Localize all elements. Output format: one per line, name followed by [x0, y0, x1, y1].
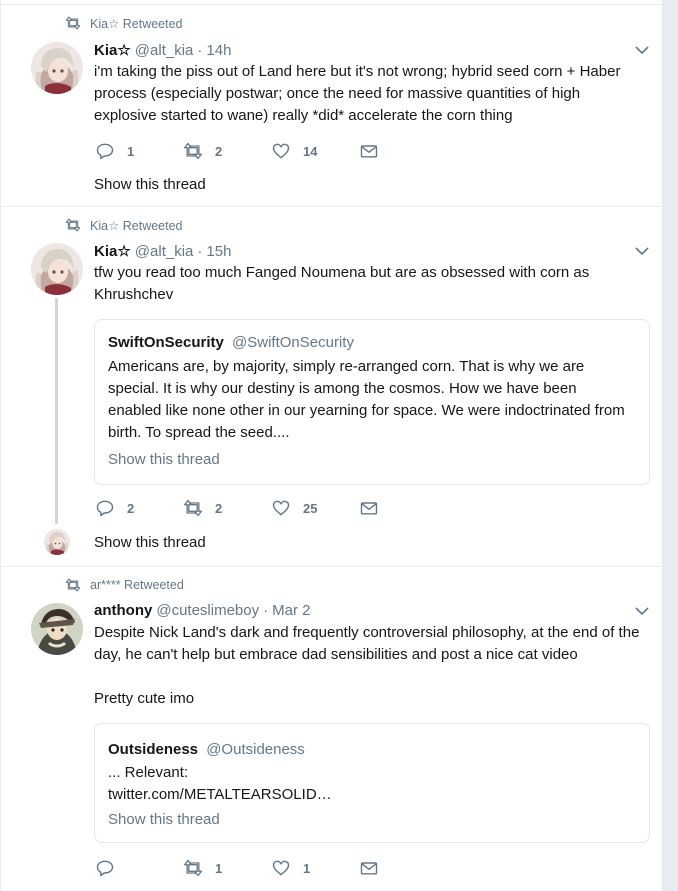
retweet-count: 2 [215, 143, 223, 159]
tweet-1[interactable]: Kia☆ Retweeted Kia☆ @alt_kia · 14h i'm t… [1, 4, 663, 206]
retweet-icon [65, 16, 81, 30]
chevron-down-icon[interactable] [635, 246, 649, 256]
quoted-show-thread[interactable]: Show this thread [108, 811, 220, 828]
reply-icon [95, 859, 115, 877]
retweet-icon [183, 142, 203, 160]
author-handle[interactable]: @alt_kia [135, 243, 194, 260]
quoted-author-handle: @Outsideness [206, 741, 305, 758]
like-button[interactable]: 14 [271, 140, 317, 162]
retweet-icon [183, 499, 203, 517]
direct-message-button[interactable] [359, 857, 379, 879]
timestamp[interactable]: Mar 2 [272, 602, 310, 619]
chevron-down-icon[interactable] [635, 45, 649, 55]
retweet-context: Kia☆ Retweeted [65, 15, 183, 31]
action-bar: 2 2 25 [95, 497, 415, 519]
quoted-show-thread[interactable]: Show this thread [108, 451, 220, 468]
avatar[interactable] [31, 603, 83, 655]
heart-icon [271, 142, 291, 160]
tweet-3[interactable]: ar**** Retweeted anthony @cuteslimeboy ·… [1, 566, 663, 891]
action-bar: 1 1 [95, 857, 415, 879]
tweet-2[interactable]: Kia☆ Retweeted Kia☆ @alt_kia · 15h tfw y… [1, 206, 663, 566]
quoted-author-name: Outsideness [108, 741, 199, 758]
retweet-count: 2 [215, 500, 223, 516]
quoted-link[interactable]: twitter.com/METALTEARSOLID… [108, 784, 628, 806]
quoted-header: Outsideness @Outsideness [108, 741, 305, 758]
mail-icon [359, 499, 379, 517]
retweet-icon [65, 578, 81, 592]
author-name[interactable]: Kia☆ [94, 41, 131, 59]
show-thread-link[interactable]: Show this thread [94, 534, 206, 551]
tweet-text: tfw you read too much Fanged Noumena but… [94, 264, 590, 303]
timestamp[interactable]: 15h [206, 243, 231, 260]
like-count: 1 [303, 860, 311, 876]
author-name[interactable]: anthony [94, 602, 152, 619]
direct-message-button[interactable] [359, 140, 379, 162]
like-button[interactable]: 25 [271, 497, 317, 519]
reply-button[interactable]: 2 [95, 497, 134, 519]
mail-icon [359, 142, 379, 160]
retweet-button[interactable]: 2 [183, 140, 222, 162]
retweet-icon [65, 218, 81, 232]
retweet-context: ar**** Retweeted [65, 577, 184, 593]
chevron-down-icon[interactable] [635, 606, 649, 616]
quoted-author-name: SwiftOnSecurity [108, 334, 224, 351]
retweet-context: Kia☆ Retweeted [65, 217, 183, 233]
quoted-header: SwiftOnSecurity @SwiftOnSecurity [108, 334, 354, 351]
author-handle[interactable]: @cuteslimeboy [156, 602, 259, 619]
like-count: 25 [303, 500, 318, 516]
reply-icon [95, 142, 115, 160]
quoted-tweet[interactable]: Outsideness @Outsideness ... Relevant: t… [94, 723, 650, 843]
like-count: 14 [303, 143, 318, 159]
quoted-tweet[interactable]: SwiftOnSecurity @SwiftOnSecurity America… [94, 319, 650, 485]
show-thread-link[interactable]: Show this thread [94, 176, 206, 193]
retweet-button[interactable]: 1 [183, 857, 222, 879]
retweeted-by-label: Kia☆ Retweeted [90, 16, 183, 31]
avatar[interactable] [31, 42, 83, 94]
tweet-header: Kia☆ @alt_kia · 14h [94, 41, 231, 59]
separator: · [263, 602, 269, 619]
retweet-button[interactable]: 2 [183, 497, 222, 519]
direct-message-button[interactable] [359, 497, 379, 519]
author-handle[interactable]: @alt_kia [135, 42, 194, 59]
thread-avatar[interactable] [44, 529, 70, 555]
quoted-author-handle: @SwiftOnSecurity [232, 334, 354, 351]
tweet-header: anthony @cuteslimeboy · Mar 2 [94, 602, 310, 619]
heart-icon [271, 499, 291, 517]
avatar[interactable] [31, 243, 83, 295]
mail-icon [359, 859, 379, 877]
quoted-text: Americans are, by majority, simply re-ar… [108, 358, 625, 441]
reply-icon [95, 499, 115, 517]
separator: · [197, 42, 203, 59]
retweet-count: 1 [215, 860, 223, 876]
heart-icon [271, 859, 291, 877]
like-button[interactable]: 1 [271, 857, 310, 879]
tweet-header: Kia☆ @alt_kia · 15h [94, 242, 231, 260]
reply-count: 2 [127, 500, 135, 516]
retweeted-by-label: ar**** Retweeted [90, 578, 184, 592]
reply-count: 1 [127, 143, 135, 159]
timeline: Kia☆ Retweeted Kia☆ @alt_kia · 14h i'm t… [0, 0, 663, 891]
action-bar: 1 2 14 [95, 140, 415, 162]
reply-button[interactable]: 1 [95, 140, 134, 162]
reply-button[interactable] [95, 857, 127, 879]
tweet-text: Despite Nick Land's dark and frequently … [94, 624, 640, 663]
retweet-icon [183, 859, 203, 877]
tweet-text: i'm taking the piss out of Land here but… [94, 63, 621, 124]
timestamp[interactable]: 14h [206, 42, 231, 59]
separator: · [197, 243, 203, 260]
author-name[interactable]: Kia☆ [94, 242, 131, 260]
retweeted-by-label: Kia☆ Retweeted [90, 218, 183, 233]
quoted-text: ... Relevant: [108, 764, 189, 781]
page-gutter [662, 0, 678, 891]
thread-connector [55, 298, 58, 524]
tweet-text-second-paragraph: Pretty cute imo [94, 690, 195, 707]
